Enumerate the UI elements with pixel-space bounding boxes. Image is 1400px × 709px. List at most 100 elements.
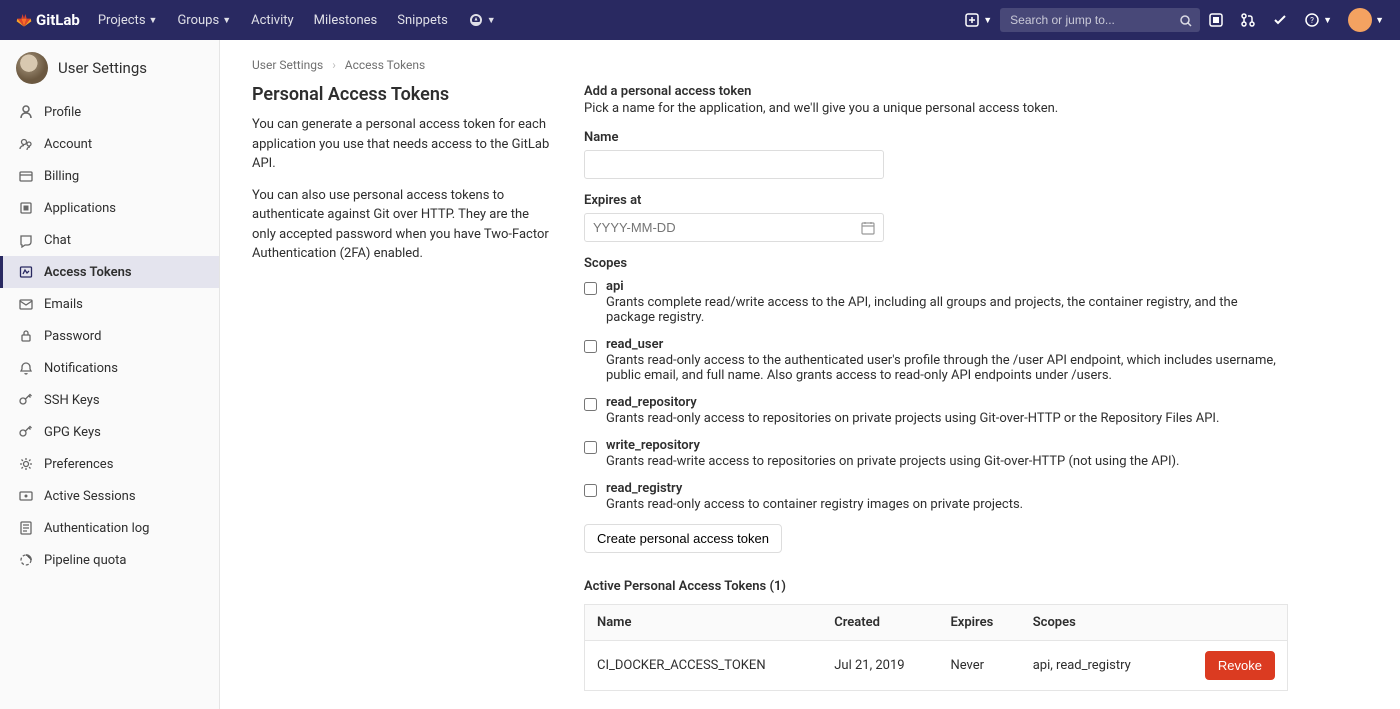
scopes-label: Scopes [584,256,1288,271]
scope-checkbox-write_repository[interactable] [584,441,597,454]
main-content: User Settings › Access Tokens Personal A… [220,40,1320,709]
sidebar-icon [18,136,34,152]
sidebar-icon [18,296,34,312]
sidebar-item-profile[interactable]: Profile [0,96,219,128]
todo-icon [1272,12,1288,28]
sidebar-item-label: Preferences [44,457,113,472]
plus-square-icon [964,12,980,28]
scope-write_repository: write_repositoryGrants read-write access… [584,438,1288,469]
page-title: Personal Access Tokens [252,84,552,105]
sidebar-item-label: Notifications [44,361,118,376]
user-menu[interactable]: ▼ [1340,0,1392,40]
nav-links: Projects▼ Groups▼ Activity Milestones Sn… [88,0,506,40]
sidebar-item-access-tokens[interactable]: Access Tokens [0,256,219,288]
breadcrumb-root[interactable]: User Settings [252,58,323,72]
sidebar-item-active-sessions[interactable]: Active Sessions [0,480,219,512]
sidebar-item-chat[interactable]: Chat [0,224,219,256]
intro-text-1: You can generate a personal access token… [252,115,552,174]
active-tokens-section: Active Personal Access Tokens (1) Name C… [584,579,1288,691]
token-form: Add a personal access token Pick a name … [584,84,1288,691]
sidebar-item-label: Authentication log [44,521,149,536]
sidebar-icon [18,232,34,248]
col-expires: Expires [938,605,1020,641]
plus-dropdown[interactable]: ▼ [956,0,1000,40]
sidebar-item-gpg-keys[interactable]: GPG Keys [0,416,219,448]
nav-snippets[interactable]: Snippets [387,0,458,40]
sidebar-item-notifications[interactable]: Notifications [0,352,219,384]
scope-name: read_registry [606,481,1288,496]
chevron-right-icon: › [332,58,336,72]
revoke-button[interactable]: Revoke [1205,651,1275,680]
scope-name: read_user [606,337,1288,352]
help-dropdown[interactable]: ?▼ [1296,0,1340,40]
sidebar-item-label: Active Sessions [44,489,136,504]
search-input[interactable] [1000,8,1200,32]
sidebar-item-authentication-log[interactable]: Authentication log [0,512,219,544]
nav-groups[interactable]: Groups▼ [167,0,241,40]
col-name: Name [585,605,823,641]
sidebar-item-emails[interactable]: Emails [0,288,219,320]
sidebar-icon [18,520,34,536]
navbar: GitLab Projects▼ Groups▼ Activity Milest… [0,0,1400,40]
scope-checkbox-api[interactable] [584,282,597,295]
sidebar-item-label: Billing [44,169,79,184]
scope-checkbox-read_registry[interactable] [584,484,597,497]
expires-label: Expires at [584,193,1288,208]
merge-request-icon [1240,12,1256,28]
scope-read_repository: read_repositoryGrants read-only access t… [584,395,1288,426]
search-box [1000,8,1200,32]
active-tokens-title: Active Personal Access Tokens (1) [584,579,1288,594]
chevron-down-icon: ▼ [149,15,158,26]
sidebar-item-account[interactable]: Account [0,128,219,160]
scope-desc: Grants read-only access to container reg… [606,497,1288,512]
scope-read_registry: read_registryGrants read-only access to … [584,481,1288,512]
sidebar-item-label: Password [44,329,101,344]
sidebar-item-applications[interactable]: Applications [0,192,219,224]
sidebar-item-pipeline-quota[interactable]: Pipeline quota [0,544,219,576]
sidebar-item-label: Emails [44,297,83,312]
sidebar-item-preferences[interactable]: Preferences [0,448,219,480]
cell-scopes: api, read_registry [1021,641,1171,691]
sidebar-item-billing[interactable]: Billing [0,160,219,192]
sidebar-item-password[interactable]: Password [0,320,219,352]
nav-projects[interactable]: Projects▼ [88,0,168,40]
name-input[interactable] [584,150,884,179]
issues-icon-btn[interactable] [1200,0,1232,40]
sidebar-item-ssh-keys[interactable]: SSH Keys [0,384,219,416]
avatar [1348,8,1372,32]
cell-name: CI_DOCKER_ACCESS_TOKEN [585,641,823,691]
create-token-button[interactable]: Create personal access token [584,524,782,553]
nav-milestones[interactable]: Milestones [304,0,388,40]
scope-api: apiGrants complete read/write access to … [584,279,1288,325]
question-icon: ? [1304,12,1320,28]
sidebar-item-label: Profile [44,105,81,120]
chevron-down-icon: ▼ [983,15,992,26]
sidebar-header: User Settings [0,40,219,96]
todos-icon-btn[interactable] [1264,0,1296,40]
sidebar-icon [18,104,34,120]
scope-checkbox-read_repository[interactable] [584,398,597,411]
tanuki-icon [16,12,32,28]
gitlab-logo[interactable]: GitLab [8,11,88,29]
sidebar-icon [18,552,34,568]
intro-text-2: You can also use personal access tokens … [252,186,552,264]
scope-checkbox-read_user[interactable] [584,340,597,353]
scope-read_user: read_userGrants read-only access to the … [584,337,1288,383]
name-label: Name [584,130,1288,145]
scope-name: write_repository [606,438,1288,453]
scope-desc: Grants read-write access to repositories… [606,454,1288,469]
chevron-down-icon: ▼ [487,15,496,26]
merge-requests-icon-btn[interactable] [1232,0,1264,40]
col-scopes: Scopes [1021,605,1171,641]
cell-created: Jul 21, 2019 [822,641,938,691]
nav-instance-review[interactable]: ▼ [458,0,506,40]
expires-input[interactable] [584,213,884,242]
nav-activity[interactable]: Activity [241,0,304,40]
issues-icon [1208,12,1224,28]
chevron-down-icon: ▼ [1323,15,1332,26]
sidebar-icon [18,488,34,504]
sidebar-title: User Settings [58,59,147,77]
sidebar-icon [18,328,34,344]
sidebar-item-label: Chat [44,233,71,248]
gauge-icon [468,12,484,28]
